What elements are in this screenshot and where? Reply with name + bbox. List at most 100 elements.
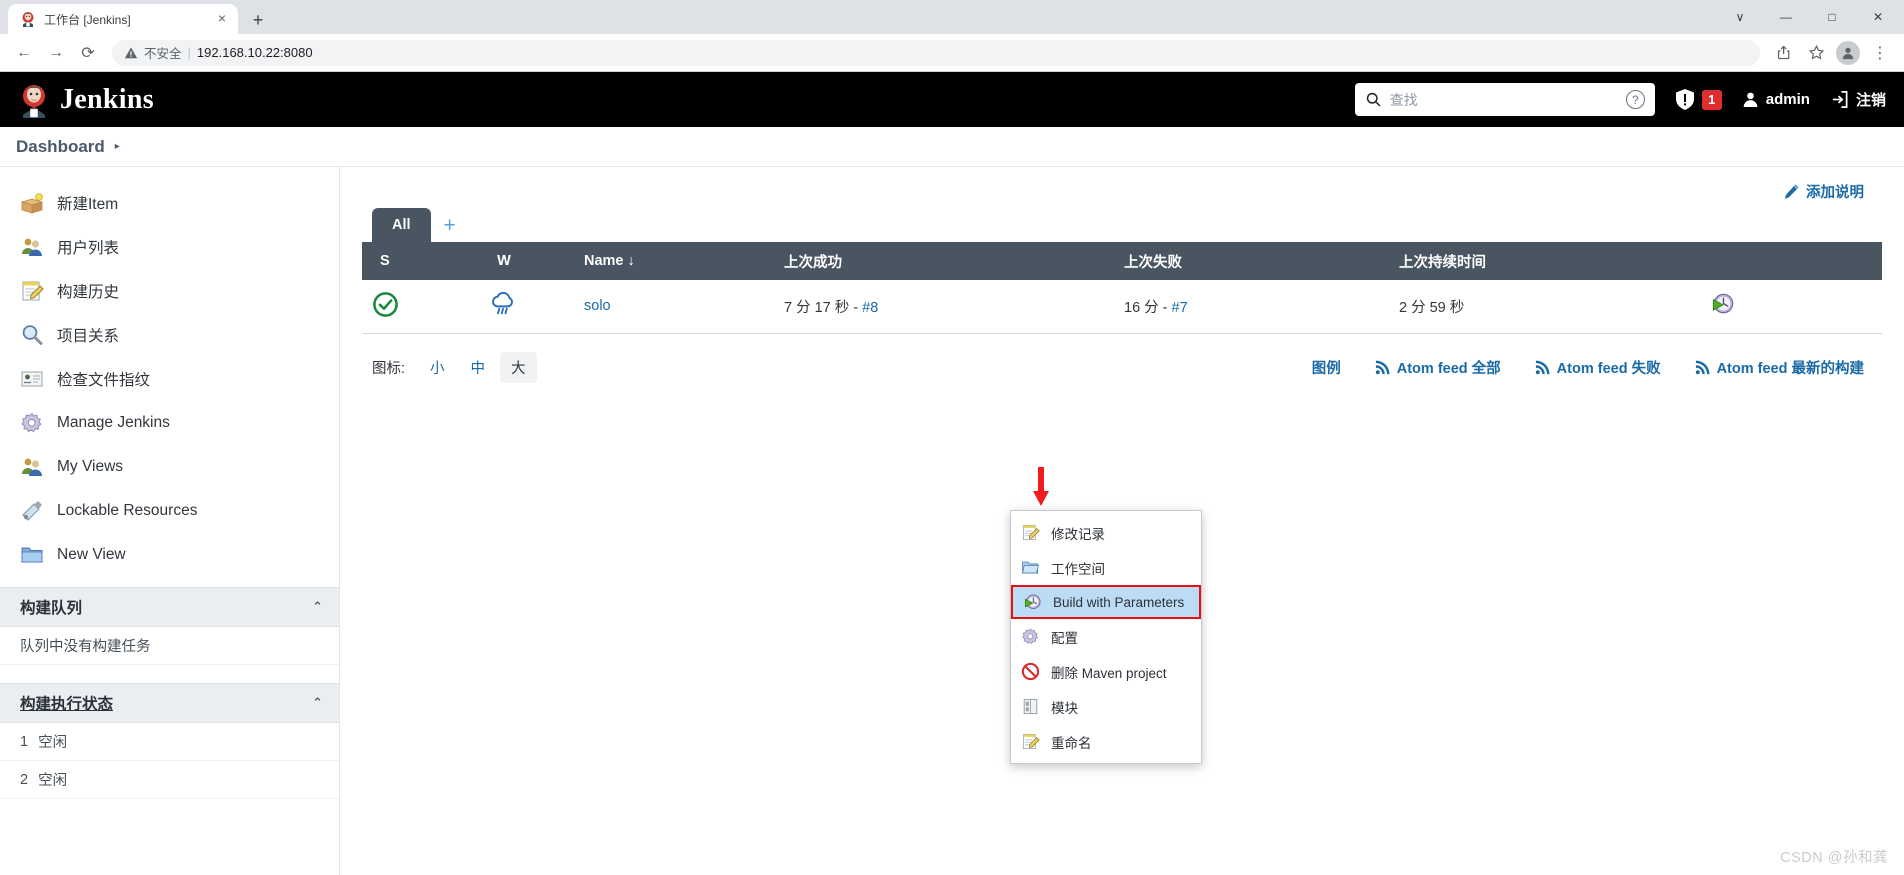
column-header-actions [1699,242,1882,280]
legend-link[interactable]: 图例 [1312,357,1341,378]
sidebar-item-fingerprint-check[interactable]: 检查文件指纹 [0,357,339,401]
rename-icon [1022,733,1040,750]
context-menu-item-changes[interactable]: 修改记录 [1011,515,1201,550]
executor-state: 空闲 [38,773,68,789]
tab-all[interactable]: All [372,208,431,242]
sidebar-item-project-relationship[interactable]: 项目关系 [0,313,339,357]
sidebar-item-new-view[interactable]: New View [0,533,339,577]
atom-feed-all-link[interactable]: Atom feed 全部 [1375,357,1501,378]
window-chevron-button[interactable]: ∨ [1718,0,1762,34]
build-queue-empty-text: 队列中没有构建任务 [0,627,339,665]
last-success-build-link[interactable]: #8 [862,300,878,316]
context-menu-item-label: 模块 [1051,700,1078,716]
chevron-up-icon[interactable]: ⌃ [312,599,323,615]
watermark: CSDN @孙和龚 [1780,850,1888,866]
atom-feed-latest-label: Atom feed 最新的构建 [1716,360,1864,377]
add-description-button[interactable]: 添加说明 [1783,181,1864,202]
sidebar: 新建Item 用户列表 构建历史 项目关系 检查文件指纹 Manage Jenk… [0,167,340,875]
logout-icon [1832,91,1848,108]
window-maximize-button[interactable]: □ [1810,0,1854,34]
page-body: 新建Item 用户列表 构建历史 项目关系 检查文件指纹 Manage Jenk… [0,167,1904,875]
context-menu-item-delete-project[interactable]: 删除 Maven project [1011,654,1201,689]
weather-rainy-icon[interactable] [489,291,519,318]
column-header-status[interactable]: S [362,242,434,280]
sidebar-item-new-item[interactable]: 新建Item [0,181,339,225]
context-menu-item-configure[interactable]: 配置 [1011,619,1201,654]
back-icon[interactable]: ← [10,39,38,67]
column-header-weather[interactable]: W [434,242,574,280]
context-menu-item-build-with-parameters[interactable]: Build with Parameters [1011,585,1201,619]
profile-avatar[interactable] [1834,39,1862,67]
executor-status-title[interactable]: 构建执行状态 [20,692,113,714]
sidebar-item-label: New View [57,546,126,563]
breadcrumb-caret-icon[interactable]: ▸ [115,141,120,152]
context-menu-item-label: 配置 [1051,630,1078,646]
breadcrumb-item-dashboard[interactable]: Dashboard [16,137,105,157]
window-minimize-button[interactable]: — [1764,0,1808,34]
job-last-duration-cell: 2 分 59 秒 [1399,299,1465,316]
url-text: 192.168.10.22:8080 [196,45,313,60]
atom-feed-failed-link[interactable]: Atom feed 失败 [1535,357,1661,378]
logout-button[interactable]: 注销 [1830,89,1886,110]
sidebar-item-users[interactable]: 用户列表 [0,225,339,269]
context-menu-item-rename[interactable]: 重命名 [1011,724,1201,759]
new-tab-button[interactable]: + [244,6,272,34]
help-icon[interactable]: ? [1625,90,1645,109]
context-menu-item-workspace[interactable]: 工作空间 [1011,550,1201,585]
folder-icon [21,547,43,563]
add-view-button[interactable]: + [431,214,469,242]
schedule-build-icon[interactable] [1709,291,1736,318]
address-bar[interactable]: 不安全 | 192.168.10.22:8080 [112,39,1760,66]
add-description-label: 添加说明 [1806,185,1864,201]
executor-row[interactable]: 1 空闲 [0,723,339,761]
sidebar-nav: 新建Item 用户列表 构建历史 项目关系 检查文件指纹 Manage Jenk… [0,167,339,587]
context-menu-item-label: 工作空间 [1051,561,1105,577]
context-menu-item-modules[interactable]: 模块 [1011,689,1201,724]
window-close-button[interactable]: ✕ [1856,0,1900,34]
sidebar-item-label: Lockable Resources [57,502,198,519]
share-icon[interactable] [1770,39,1798,67]
executor-row[interactable]: 2 空闲 [0,761,339,799]
column-header-last-success[interactable]: 上次成功 [774,242,1114,280]
tab-close-icon[interactable]: × [214,11,230,27]
gear-icon [1022,628,1039,644]
atom-feed-latest-link[interactable]: Atom feed 最新的构建 [1695,357,1864,378]
job-actions-cell [1699,280,1882,333]
window-controls: ∨ — □ ✕ [1718,0,1904,34]
table-row: solo 7 分 17 秒 - #8 16 分 - #7 2 分 59 秒 [362,280,1882,333]
sidebar-item-build-history[interactable]: 构建历史 [0,269,339,313]
column-header-name[interactable]: Name ↓ [574,242,774,280]
security-alert-button[interactable]: 1 [1675,88,1722,111]
sidebar-item-manage-jenkins[interactable]: Manage Jenkins [0,401,339,445]
chevron-up-icon[interactable]: ⌃ [312,695,323,711]
sidebar-item-label: 检查文件指纹 [57,372,151,389]
search-input[interactable] [1389,91,1618,108]
forward-icon[interactable]: → [42,39,70,67]
column-header-last-failure[interactable]: 上次失败 [1114,242,1389,280]
job-weather-cell [434,280,574,333]
context-menu-item-label: Build with Parameters [1053,594,1185,610]
icon-size-small[interactable]: 小 [419,352,456,383]
sidebar-item-label: Manage Jenkins [57,414,170,431]
last-failure-build-link[interactable]: #7 [1172,300,1188,316]
browser-menu-icon[interactable]: ⋮ [1866,39,1894,67]
reload-icon[interactable]: ⟳ [74,39,102,67]
bookmark-star-icon[interactable] [1802,39,1830,67]
sidebar-item-lockable-resources[interactable]: Lockable Resources [0,489,339,533]
browser-tab[interactable]: 工作台 [Jenkins] × [8,4,238,34]
new-item-icon [20,193,44,214]
column-header-last-duration[interactable]: 上次持续时间 [1389,242,1699,280]
icon-size-large[interactable]: 大 [500,351,537,383]
executor-status-header[interactable]: 构建执行状态 ⌃ [0,683,339,723]
sidebar-item-my-views[interactable]: My Views [0,445,339,489]
build-queue-header[interactable]: 构建队列 ⌃ [0,587,339,627]
sidebar-item-label: 构建历史 [57,284,120,301]
executor-state: 空闲 [38,735,68,751]
jenkins-logo-link[interactable]: Jenkins [18,82,154,118]
search-box[interactable]: ? [1354,83,1655,116]
user-menu-button[interactable]: admin [1742,91,1810,108]
status-success-icon[interactable] [372,291,399,318]
job-link-solo[interactable]: solo [584,298,611,314]
icon-size-medium[interactable]: 中 [460,352,497,383]
last-success-time: 7 分 17 秒 - [784,299,863,316]
